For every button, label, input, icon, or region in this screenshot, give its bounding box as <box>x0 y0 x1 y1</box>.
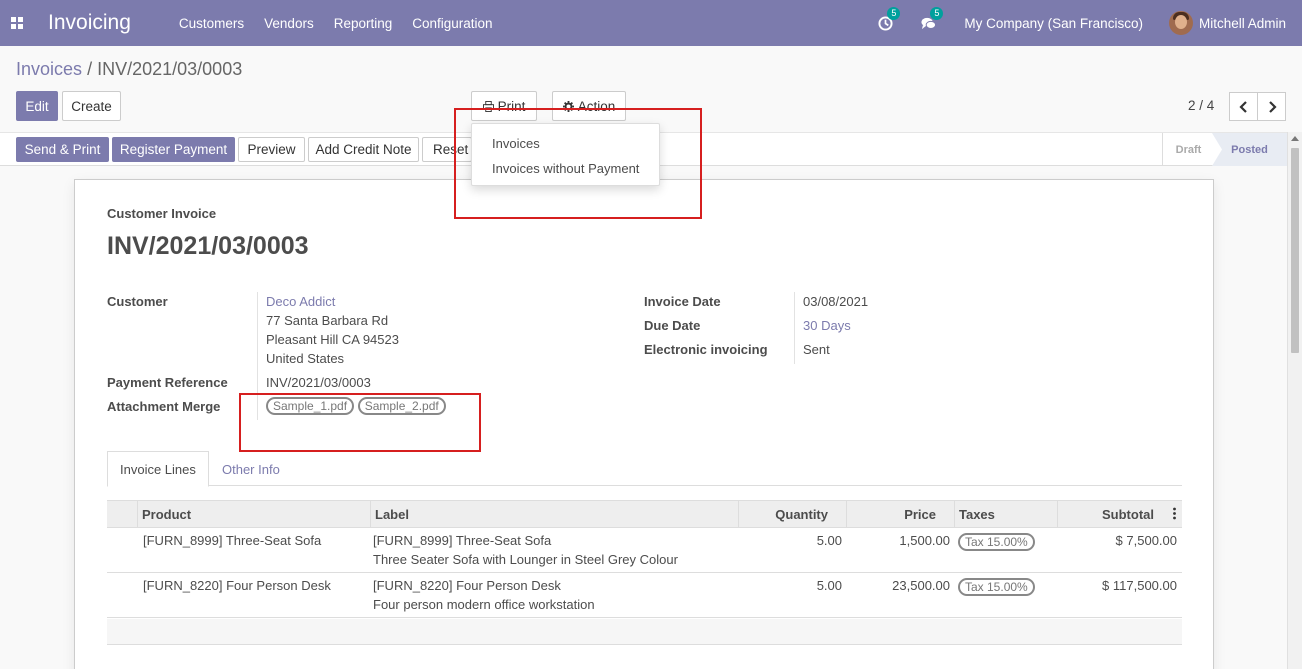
attachment-merge-label: Attachment Merge <box>107 399 221 414</box>
line-label: [FURN_8220] Four Person Desk <box>373 578 561 593</box>
line-price: 23,500.00 <box>892 578 950 593</box>
table-row[interactable]: [FURN_8999] Three-Seat Sofa [FURN_8999] … <box>107 528 1182 573</box>
due-date-label: Due Date <box>644 318 701 333</box>
highlight-box <box>454 108 702 219</box>
line-label: [FURN_8999] Three-Seat Sofa <box>373 533 552 548</box>
breadcrumb-invoices[interactable]: Invoices <box>16 59 82 79</box>
table-row[interactable]: [FURN_8220] Four Person Desk [FURN_8220]… <box>107 573 1182 618</box>
tab-invoice-lines[interactable]: Invoice Lines <box>107 451 209 487</box>
payment-reference-label: Payment Reference <box>107 375 228 390</box>
line-product: [FURN_8220] Four Person Desk <box>143 578 331 593</box>
invoice-date-value[interactable]: 03/08/2021 <box>803 294 868 309</box>
line-description: Four person modern office workstation <box>373 597 595 612</box>
register-payment-button[interactable]: Register Payment <box>112 137 235 162</box>
activity-badge: 5 <box>887 6 901 20</box>
electronic-invoicing-label: Electronic invoicing <box>644 342 768 357</box>
breadcrumb-separator: / <box>87 59 93 79</box>
pager-value[interactable]: 2 / 4 <box>1188 98 1214 113</box>
menu-reporting[interactable]: Reporting <box>334 16 393 31</box>
line-quantity: 5.00 <box>816 533 842 548</box>
messages-badge: 5 <box>930 6 944 20</box>
app-title[interactable]: Invoicing <box>48 11 131 35</box>
electronic-invoicing-value: Sent <box>803 342 830 357</box>
top-navbar: Invoicing Customers Vendors Reporting Co… <box>0 0 1302 46</box>
activity-button[interactable]: 5 <box>878 6 901 31</box>
tab-other-info[interactable]: Other Info <box>210 451 292 487</box>
preview-button[interactable]: Preview <box>238 137 305 162</box>
scrollbar[interactable] <box>1287 132 1302 669</box>
column-label[interactable]: Label <box>370 501 738 528</box>
column-taxes[interactable]: Taxes <box>954 501 1057 528</box>
company-switcher[interactable]: My Company (San Francisco) <box>964 16 1143 31</box>
empty-table-row <box>107 619 1182 645</box>
pager-previous-button[interactable] <box>1229 92 1258 121</box>
customer-address-line1: 77 Santa Barbara Rd <box>266 313 389 328</box>
customer-label: Customer <box>107 294 168 309</box>
scroll-thumb[interactable] <box>1291 148 1299 353</box>
column-subtotal[interactable]: Subtotal <box>1057 501 1182 528</box>
line-product: [FURN_8999] Three-Seat Sofa <box>143 533 322 548</box>
menu-customers[interactable]: Customers <box>179 16 244 31</box>
status-posted[interactable]: Posted <box>1212 133 1287 166</box>
messages-button[interactable]: 5 <box>921 6 944 31</box>
customer-link[interactable]: Deco Addict <box>266 294 335 309</box>
breadcrumb: Invoices / INV/2021/03/0003 <box>16 59 242 80</box>
column-product[interactable]: Product <box>137 501 370 528</box>
customer-address-line2: Pleasant Hill CA 94523 <box>266 332 399 347</box>
tax-tag: Tax 15.00% <box>958 578 1035 596</box>
payment-reference-value[interactable]: INV/2021/03/0003 <box>266 375 371 390</box>
chevron-right-icon <box>1268 100 1277 113</box>
customer-address-line3: United States <box>266 351 345 366</box>
line-quantity: 5.00 <box>816 578 842 593</box>
table-header: Product Label Quantity Price Taxes Subto… <box>107 500 1182 528</box>
optional-columns-icon[interactable] <box>1173 507 1176 520</box>
line-subtotal: $ 7,500.00 <box>1115 533 1177 548</box>
apps-menu-icon[interactable] <box>0 0 34 46</box>
column-quantity[interactable]: Quantity <box>738 501 846 528</box>
line-description: Three Seater Sofa with Lounger in Steel … <box>373 552 678 567</box>
avatar[interactable] <box>1168 11 1193 35</box>
scroll-up-arrow-icon[interactable] <box>1291 136 1299 141</box>
chevron-left-icon <box>1238 100 1247 113</box>
invoice-date-label: Invoice Date <box>644 294 721 309</box>
tax-tag: Tax 15.00% <box>958 533 1035 551</box>
send-print-button[interactable]: Send & Print <box>16 137 109 162</box>
invoice-number: INV/2021/03/0003 <box>107 232 309 260</box>
highlight-box <box>239 393 481 452</box>
add-credit-note-button[interactable]: Add Credit Note <box>308 137 419 162</box>
invoice-type-label: Customer Invoice <box>107 206 217 221</box>
notebook-tabs: Invoice Lines Other Info <box>107 451 1182 487</box>
edit-button[interactable]: Edit <box>16 91 58 121</box>
status-draft[interactable]: Draft <box>1162 133 1214 166</box>
pager-next-button[interactable] <box>1257 92 1286 121</box>
field-divider <box>794 292 795 364</box>
breadcrumb-current: INV/2021/03/0003 <box>97 59 243 79</box>
create-button[interactable]: Create <box>62 91 121 121</box>
menu-vendors[interactable]: Vendors <box>264 16 314 31</box>
user-menu[interactable]: Mitchell Admin <box>1199 16 1286 31</box>
line-subtotal: $ 117,500.00 <box>1102 578 1177 593</box>
line-price: 1,500.00 <box>899 533 950 548</box>
due-date-value[interactable]: 30 Days <box>803 318 851 333</box>
menu-configuration[interactable]: Configuration <box>412 16 492 31</box>
column-price[interactable]: Price <box>846 501 954 528</box>
